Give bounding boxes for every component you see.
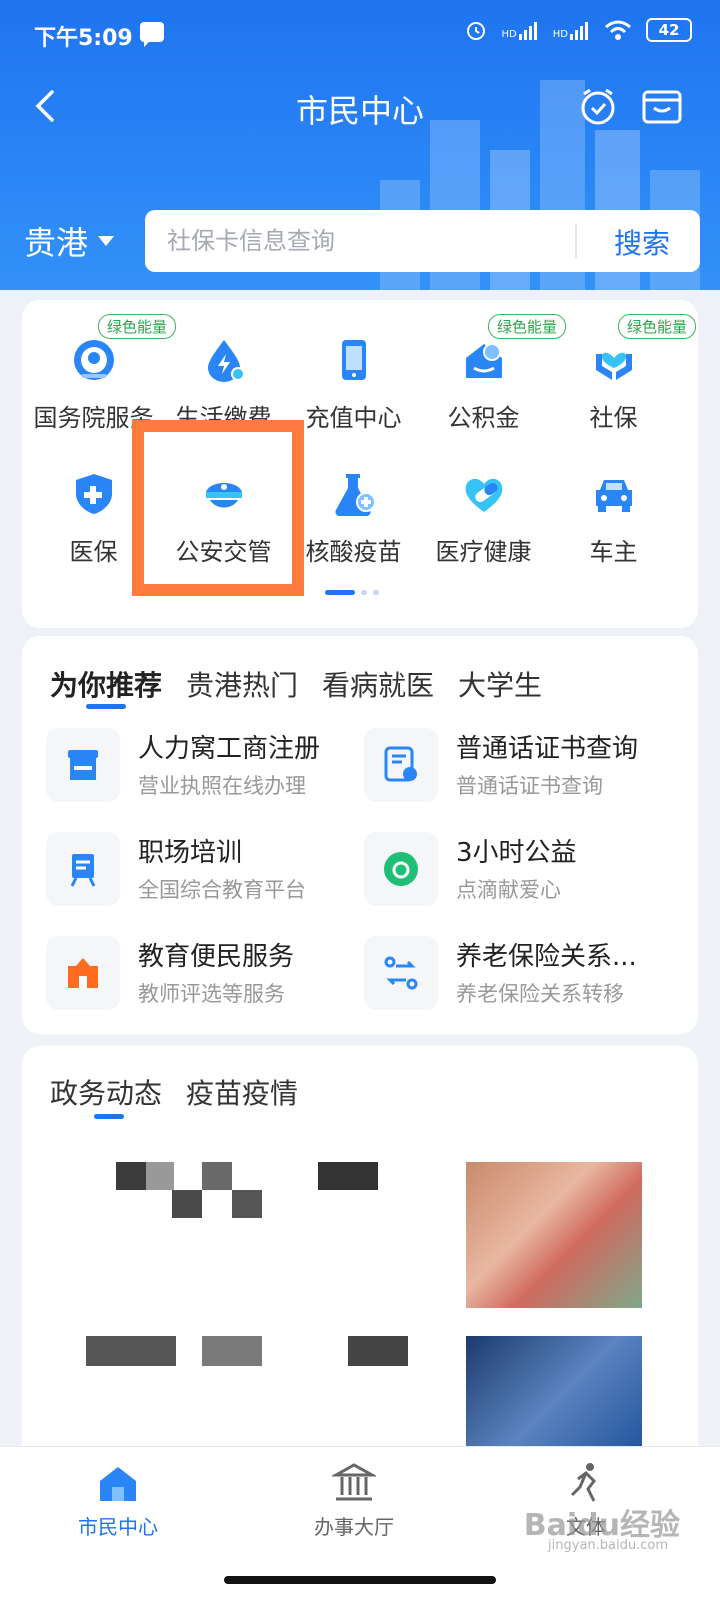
tab-college[interactable]: 大学生 xyxy=(458,664,542,704)
rec-item[interactable]: 养老保险关系... 养老保险关系转移 xyxy=(364,936,674,1016)
search-input[interactable] xyxy=(167,222,547,260)
transfer-icon xyxy=(384,956,418,990)
certificate-icon xyxy=(384,746,417,782)
news-tab-indicator xyxy=(94,1114,124,1119)
car-icon xyxy=(596,480,632,512)
news-pixel xyxy=(146,1162,174,1190)
flask-icon xyxy=(335,474,376,516)
service-medical-health[interactable]: 医疗健康 xyxy=(416,434,551,566)
rec-subtitle: 教师评选等服务 xyxy=(138,982,285,1006)
rec-item[interactable]: 职场培训 全国综合教育平台 xyxy=(46,832,356,912)
wifi-icon xyxy=(605,20,631,40)
runner-icon xyxy=(570,1463,596,1502)
bolt-drop-icon xyxy=(208,340,245,382)
house-yuan-icon xyxy=(466,343,502,378)
shop-icon xyxy=(68,750,98,780)
baidu-watermark-url: jingyan.baidu.com xyxy=(548,1538,668,1553)
tab-medical[interactable]: 看病就医 xyxy=(322,664,434,704)
news-pixel xyxy=(232,1190,262,1218)
phone-icon xyxy=(342,340,366,380)
rec-subtitle: 点滴献爱心 xyxy=(456,878,561,902)
recommend-card: 为你推荐 贵港热门 看病就医 大学生 人力窝工商注册 营业执照在线办理 普通话证… xyxy=(22,636,698,1034)
rec-subtitle: 养老保险关系转移 xyxy=(456,982,624,1006)
news-tabs: 政务动态 疫苗疫情 xyxy=(50,1072,298,1112)
dropdown-arrow-icon xyxy=(98,236,115,254)
location-label: 贵港 xyxy=(24,224,89,262)
service-nucleic-vaccine[interactable]: 核酸疫苗 xyxy=(286,434,421,566)
rec-item[interactable]: 普通话证书查询 普通话证书查询 xyxy=(364,728,674,808)
recommend-tabs: 为你推荐 贵港热门 看病就医 大学生 xyxy=(50,664,542,704)
service-social-security[interactable]: 绿色能量 社保 xyxy=(546,300,697,432)
bank-hall-icon xyxy=(332,1463,376,1501)
tab-for-you[interactable]: 为你推荐 xyxy=(50,664,162,704)
home-indicator xyxy=(224,1576,496,1584)
rec-subtitle: 全国综合教育平台 xyxy=(138,878,306,902)
signal-icon: HD xyxy=(502,20,539,40)
signal-icon-2: HD xyxy=(553,20,590,40)
news-card: 政务动态 疫苗疫情 xyxy=(22,1046,698,1466)
alarm-clock-icon[interactable] xyxy=(576,84,620,128)
tab-guigang-hot[interactable]: 贵港热门 xyxy=(186,664,298,704)
rec-subtitle: 营业执照在线办理 xyxy=(138,774,306,798)
news-pixel xyxy=(318,1162,378,1190)
search-divider xyxy=(575,224,577,258)
easel-icon xyxy=(70,854,96,887)
news-pixel xyxy=(348,1336,408,1366)
service-life-payment[interactable]: 生活缴费 xyxy=(156,300,291,432)
service-housing-fund[interactable]: 绿色能量 公积金 xyxy=(416,300,567,432)
tab-vaccine-epidemic[interactable]: 疫苗疫情 xyxy=(186,1072,298,1112)
green-energy-badge: 绿色能量 xyxy=(618,314,697,339)
services-card: 绿色能量 国务院服务 生活缴费 充值中心 绿色能量 公积金 绿色能量 社保 医保 xyxy=(22,300,698,628)
rec-subtitle: 普通话证书查询 xyxy=(456,774,603,798)
status-bar: 下午5:09 HD HD 42 xyxy=(0,0,720,64)
rec-item[interactable]: 人力窝工商注册 营业执照在线办理 xyxy=(46,728,356,808)
heart-pill-icon xyxy=(465,478,503,512)
rec-item[interactable]: 教育便民服务 教师评选等服务 xyxy=(46,936,356,1016)
rec-title: 普通话证书查询 xyxy=(456,734,639,764)
hands-heart-icon xyxy=(596,352,632,380)
tab-indicator xyxy=(86,704,126,709)
service-label: 社保 xyxy=(589,404,638,432)
rec-title: 养老保险关系... xyxy=(456,942,637,972)
nav-service-hall[interactable]: 办事大厅 xyxy=(254,1461,454,1540)
card-wallet-icon[interactable] xyxy=(640,84,684,128)
highlight-box xyxy=(132,420,304,596)
news-headline-pixelated[interactable] xyxy=(116,1162,146,1190)
header: 下午5:09 HD HD 42 市民中心 贵港 搜索 xyxy=(0,0,720,290)
rec-title: 人力窝工商注册 xyxy=(138,734,321,764)
message-icon xyxy=(140,22,164,47)
nav-citizen-center[interactable]: 市民中心 xyxy=(18,1461,218,1540)
rec-title: 职场培训 xyxy=(138,838,243,868)
service-guowuyuan[interactable]: 绿色能量 国务院服务 xyxy=(26,300,177,432)
home-icon xyxy=(100,1467,136,1501)
news-pixel xyxy=(202,1162,232,1190)
location-selector[interactable]: 贵港 xyxy=(24,218,115,264)
gov-emblem-icon xyxy=(74,340,114,380)
news-thumbnail-pixelated[interactable] xyxy=(466,1162,642,1308)
service-recharge[interactable]: 充值中心 xyxy=(286,300,421,432)
news-pixel xyxy=(202,1336,262,1366)
rec-item[interactable]: 3小时公益 点滴献爱心 xyxy=(364,832,674,912)
search-bar: 搜索 xyxy=(145,210,700,272)
news-pixel xyxy=(172,1190,202,1218)
school-icon xyxy=(68,958,98,988)
service-label: 车主 xyxy=(589,538,638,566)
battery-icon: 42 xyxy=(646,18,692,42)
charity-icon xyxy=(384,852,418,886)
rec-title: 教育便民服务 xyxy=(138,942,295,972)
service-car-owner[interactable]: 车主 xyxy=(546,434,681,566)
rec-title: 3小时公益 xyxy=(456,838,577,868)
search-button[interactable]: 搜索 xyxy=(614,222,670,262)
status-time: 下午5:09 xyxy=(34,26,133,51)
news-headline-pixelated[interactable] xyxy=(86,1336,176,1366)
page-indicator xyxy=(325,590,379,595)
nav-label: 市民中心 xyxy=(78,1515,158,1539)
nav-bar: 市民中心 xyxy=(0,64,720,150)
nav-label: 办事大厅 xyxy=(314,1515,394,1539)
tab-gov-news[interactable]: 政务动态 xyxy=(50,1072,162,1112)
alarm-icon xyxy=(466,22,485,40)
medical-shield-icon xyxy=(76,474,112,514)
